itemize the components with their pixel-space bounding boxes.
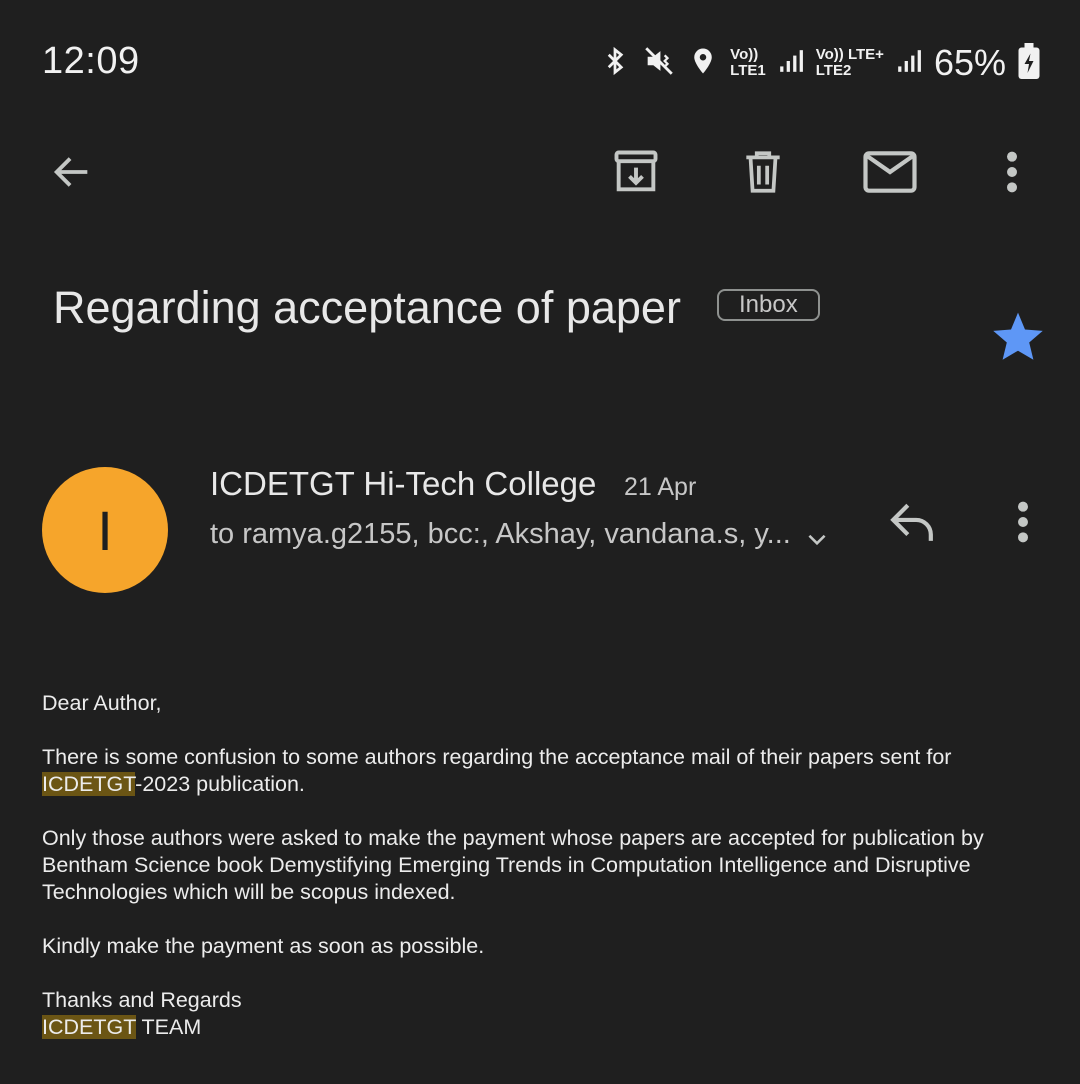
body-paragraph-2: Only those authors were asked to make th…: [42, 826, 984, 904]
battery-charging-icon: [1018, 42, 1040, 84]
mark-unread-button[interactable]: [855, 137, 925, 207]
signal-sim2-icon: [896, 45, 922, 82]
body-paragraph-1-rest: -2023 publication.: [135, 772, 305, 796]
email-date: 21 Apr: [624, 473, 697, 501]
sim1-volte-label: Vo)): [730, 46, 759, 63]
battery-percentage: 65%: [933, 42, 1006, 83]
top-toolbar: [0, 125, 1080, 225]
star-button[interactable]: [990, 308, 1046, 364]
back-button[interactable]: [37, 137, 107, 207]
archive-button[interactable]: [601, 137, 671, 207]
status-bar: 12:09 Vo)) LTE1 Vo)) LTE+ LTE2 65%: [0, 0, 1080, 125]
more-vert-icon: [1018, 501, 1028, 543]
reply-icon: [890, 503, 933, 541]
reply-button[interactable]: [880, 490, 944, 554]
body-greeting: Dear Author,: [42, 691, 162, 715]
chevron-down-icon: [808, 534, 826, 546]
sim2-lte-label: LTE2: [815, 62, 852, 79]
sender-name[interactable]: ICDETGT Hi-Tech College: [210, 465, 596, 503]
recipients-line[interactable]: to ramya.g2155, bcc:, Akshay, vandana.s,…: [210, 518, 791, 551]
signature-team: TEAM: [135, 1015, 202, 1039]
sender-avatar[interactable]: I: [42, 467, 168, 593]
back-arrow-icon: [53, 157, 88, 187]
highlight-term: ICDETGT: [42, 772, 136, 796]
archive-icon: [614, 150, 658, 192]
more-options-button[interactable]: [977, 137, 1047, 207]
highlight-term: ICDETGT: [42, 1015, 136, 1039]
sim2-volte-label: Vo)) LTE+: [815, 46, 884, 63]
delete-button[interactable]: [728, 137, 798, 207]
body-paragraph-1: There is some confusion to some authors …: [42, 744, 1052, 798]
inbox-label-chip[interactable]: Inbox: [717, 289, 820, 321]
expand-details-button[interactable]: [800, 522, 834, 556]
location-icon: [688, 44, 718, 83]
body-signature: Thanks and Regards ICDETGT TEAM: [42, 987, 1052, 1041]
signature-closing: Thanks and Regards: [42, 988, 242, 1012]
sim1-lte-label: LTE1: [730, 62, 766, 79]
body-paragraph-1-text: There is some confusion to some authors …: [42, 745, 952, 769]
signal-sim1-icon: [778, 45, 804, 82]
sim1-network: Vo)) LTE1: [730, 47, 766, 79]
status-icons: Vo)) LTE1 Vo)) LTE+ LTE2 65%: [600, 40, 1040, 86]
sim2-network: Vo)) LTE+ LTE2: [816, 47, 884, 79]
mark-unread-icon: [863, 151, 917, 193]
delete-icon: [746, 151, 780, 193]
star-icon: [993, 312, 1043, 360]
bluetooth-icon: [600, 44, 630, 83]
more-vert-icon: [1007, 151, 1017, 193]
email-body: Dear Author, There is some confusion to …: [42, 690, 1052, 1041]
avatar-initial: I: [97, 498, 113, 562]
vibrate-mute-icon: [642, 44, 676, 83]
email-subject: Regarding acceptance of paper: [53, 282, 681, 333]
message-more-button[interactable]: [995, 490, 1051, 554]
body-paragraph-3: Kindly make the payment as soon as possi…: [42, 934, 485, 958]
status-time: 12:09: [42, 40, 140, 82]
